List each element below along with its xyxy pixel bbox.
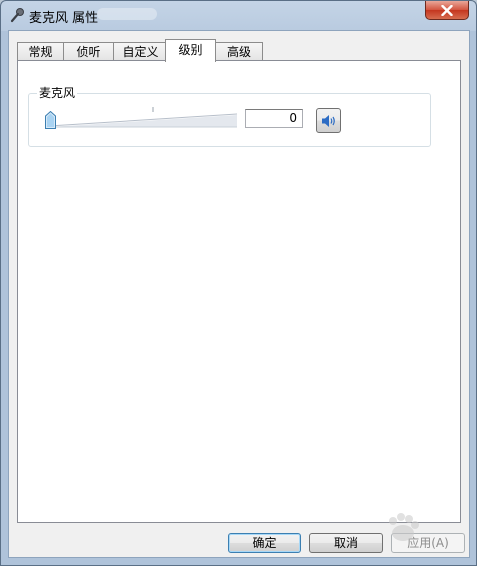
volume-slider[interactable] <box>45 104 241 132</box>
mute-toggle-button[interactable] <box>316 108 341 133</box>
close-icon <box>441 5 453 16</box>
speaker-icon <box>322 115 335 127</box>
ok-button[interactable]: 确定 <box>228 533 301 553</box>
microphone-level-group: 麦克风 0 <box>28 86 431 147</box>
tab-advanced[interactable]: 高级 <box>215 42 263 61</box>
tab-levels[interactable]: 级别 <box>165 39 216 62</box>
dialog-window: 麦克风 属性 常规 侦听 自定义 级别 高级 麦克风 0 确定 取消 应用(A) <box>0 0 477 566</box>
group-label: 麦克风 <box>37 86 78 100</box>
tab-panel-levels: 麦克风 0 <box>17 60 461 523</box>
tab-custom[interactable]: 自定义 <box>113 42 168 61</box>
tab-listen[interactable]: 侦听 <box>63 42 114 61</box>
dialog-client-area: 常规 侦听 自定义 级别 高级 麦克风 0 确定 取消 应用(A) <box>8 30 470 558</box>
slider-ramp <box>48 107 238 128</box>
microphone-icon <box>10 8 24 23</box>
title-bar[interactable]: 麦克风 属性 <box>1 1 476 29</box>
tab-strip: 常规 侦听 自定义 级别 高级 <box>17 39 457 62</box>
watermark-logo <box>389 513 419 541</box>
title-blur <box>97 8 157 20</box>
volume-value-field[interactable]: 0 <box>245 109 303 128</box>
close-button[interactable] <box>425 1 469 20</box>
slider-thumb[interactable] <box>45 111 56 129</box>
window-title: 麦克风 属性 <box>29 11 99 26</box>
tab-general[interactable]: 常规 <box>17 42 64 61</box>
